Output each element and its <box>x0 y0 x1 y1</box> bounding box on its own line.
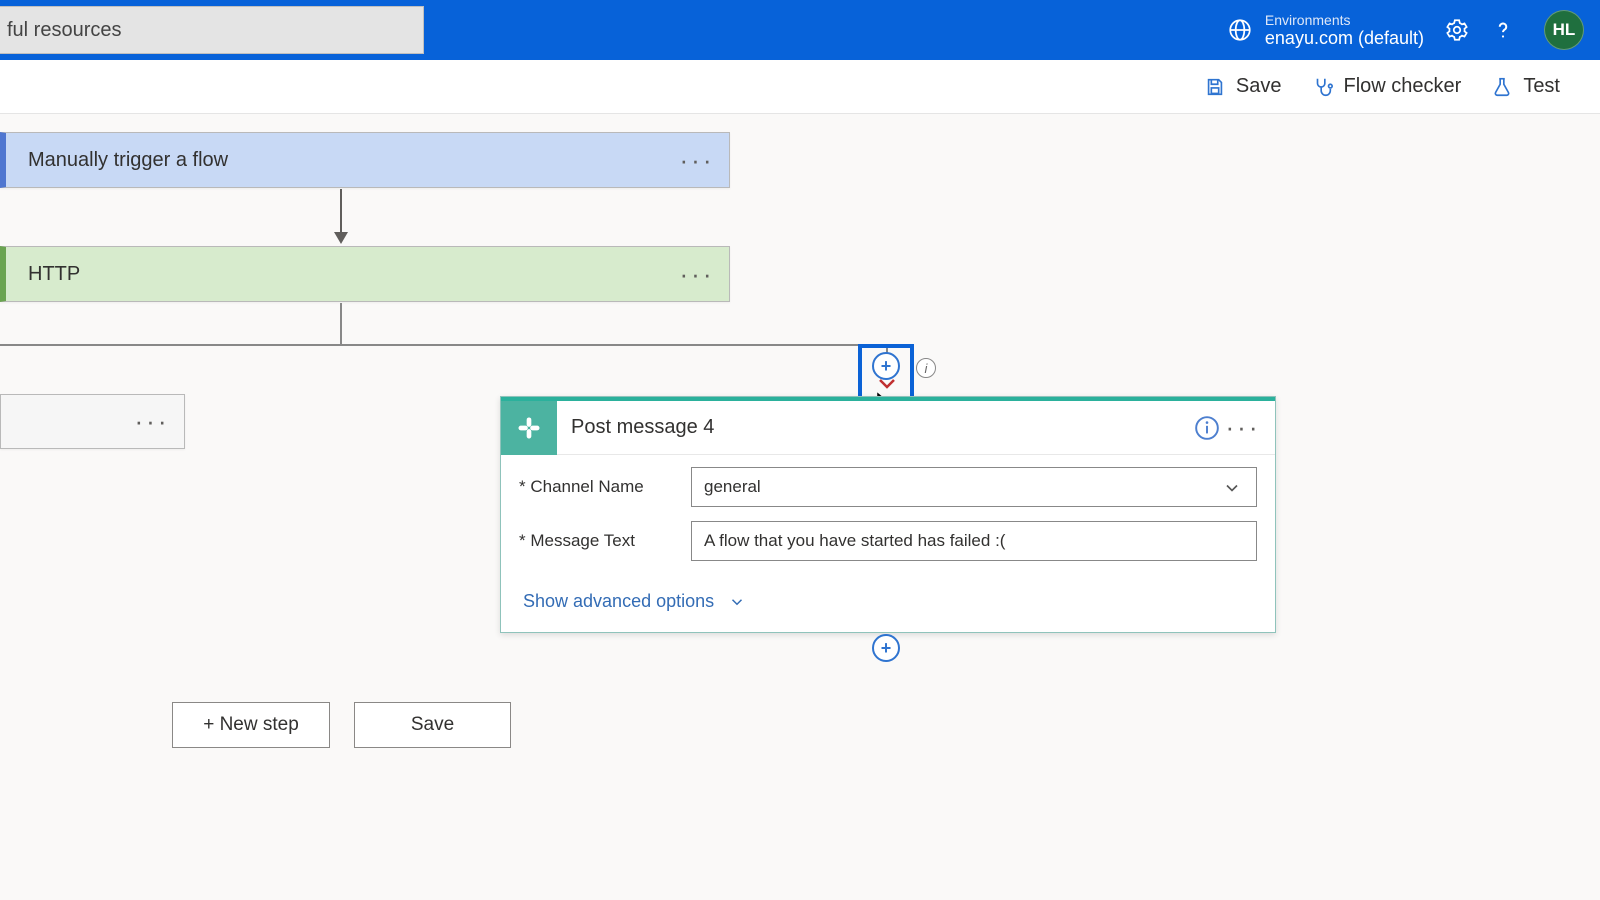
save-icon <box>1204 76 1226 98</box>
command-bar: Save Flow checker Test <box>0 60 1600 114</box>
card-menu-icon[interactable]: ··· <box>120 395 184 448</box>
help-icon[interactable] <box>1490 17 1516 43</box>
panel-menu-icon[interactable]: ··· <box>1225 410 1261 446</box>
app-topbar: ful resources Environments enayu.com (de… <box>0 0 1600 60</box>
slack-icon <box>501 401 557 455</box>
info-icon[interactable] <box>1189 410 1225 446</box>
chevron-down-icon <box>728 593 746 611</box>
environment-value: enayu.com (default) <box>1265 28 1424 49</box>
card-menu-icon[interactable]: ··· <box>665 247 729 301</box>
add-step-icon[interactable]: + <box>872 634 900 662</box>
trigger-card[interactable]: Manually trigger a flow ··· <box>0 132 730 188</box>
search-input[interactable]: ful resources <box>0 6 424 54</box>
add-step-icon[interactable]: + <box>872 352 900 380</box>
environment-picker[interactable]: Environments enayu.com (default) <box>1227 12 1424 49</box>
globe-icon <box>1227 17 1253 43</box>
chevron-down-icon <box>1222 478 1242 503</box>
stethoscope-icon <box>1312 76 1334 98</box>
card-menu-icon[interactable]: ··· <box>665 133 729 187</box>
show-advanced-toggle[interactable]: Show advanced options <box>501 583 1275 632</box>
test-action[interactable]: Test <box>1491 75 1560 98</box>
left-branch-card[interactable]: ··· <box>0 394 185 449</box>
connector-line <box>340 303 342 345</box>
channel-name-label: * Channel Name <box>519 477 691 497</box>
flow-canvas[interactable]: Manually trigger a flow ··· HTTP ··· ···… <box>0 114 1600 900</box>
environment-label: Environments <box>1265 12 1424 28</box>
branch-line <box>0 344 888 346</box>
save-action[interactable]: Save <box>1204 75 1282 98</box>
arrowhead-icon <box>334 232 348 244</box>
new-step-button[interactable]: + New step <box>172 702 330 748</box>
message-text-input[interactable]: A flow that you have started has failed … <box>691 521 1257 561</box>
trigger-title: Manually trigger a flow <box>28 149 665 172</box>
post-message-panel: Post message 4 ··· * Channel Name genera… <box>500 396 1276 633</box>
channel-name-select[interactable]: general <box>691 467 1257 507</box>
settings-icon[interactable] <box>1444 17 1470 43</box>
message-text-label: * Message Text <box>519 531 691 551</box>
save-button[interactable]: Save <box>354 702 511 748</box>
chevron-down-icon <box>878 378 896 390</box>
user-avatar[interactable]: HL <box>1544 10 1584 50</box>
info-icon[interactable]: i <box>916 358 936 378</box>
http-title: HTTP <box>28 263 665 286</box>
panel-header[interactable]: Post message 4 ··· <box>501 397 1275 455</box>
http-card[interactable]: HTTP ··· <box>0 246 730 302</box>
flow-checker-action[interactable]: Flow checker <box>1312 75 1462 98</box>
panel-title: Post message 4 <box>571 416 1189 439</box>
flask-icon <box>1491 76 1513 98</box>
connector-arrow <box>340 189 342 233</box>
